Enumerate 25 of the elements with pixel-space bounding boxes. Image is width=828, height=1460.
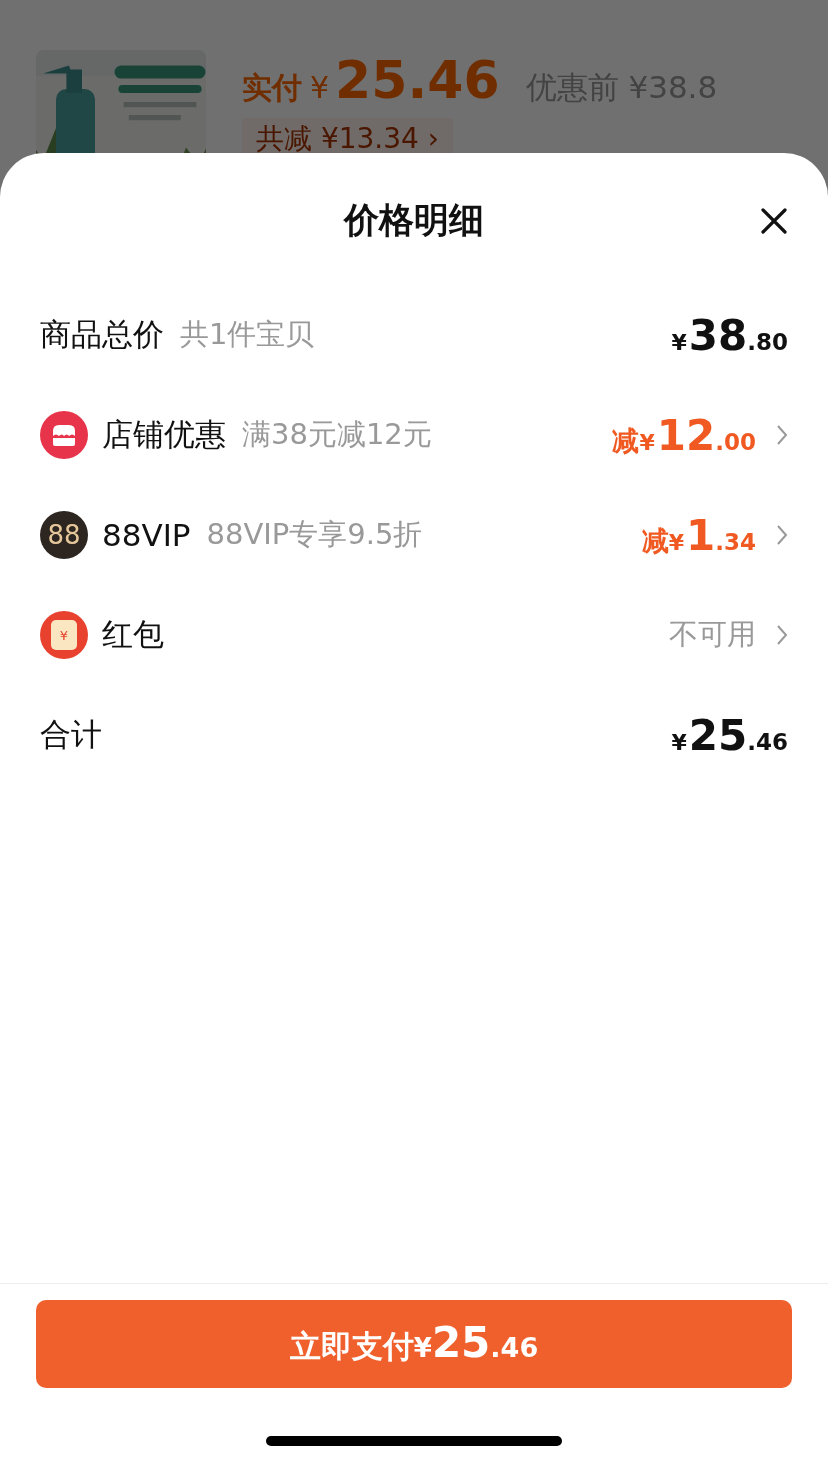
row-label: 商品总价 — [40, 315, 164, 354]
paid-amount: 25.46 — [335, 50, 500, 110]
row-note: 共1件宝贝 — [180, 316, 315, 353]
row-label: 88VIP — [102, 517, 191, 553]
row-label: 店铺优惠 — [102, 415, 226, 454]
currency-sign: ¥ — [310, 70, 330, 105]
chevron-right-icon[interactable] — [776, 424, 788, 446]
price-amount: ¥25.46 — [671, 710, 788, 760]
chevron-right-icon[interactable] — [776, 624, 788, 646]
paid-label: 实付 — [242, 69, 302, 107]
close-icon[interactable] — [760, 207, 788, 235]
shop-icon — [40, 411, 88, 459]
status-text: 不可用 — [669, 616, 756, 653]
row-note: 88VIP专享9.5折 — [206, 516, 423, 553]
price-amount: ¥38.80 — [671, 310, 788, 360]
row-note: 满38元减12元 — [242, 416, 432, 453]
price-amount: 减¥12.00 — [612, 410, 756, 460]
sheet-title: 价格明细 — [344, 198, 484, 242]
chevron-right-icon[interactable] — [776, 524, 788, 546]
price-amount: 减¥1.34 — [641, 510, 756, 560]
vip-badge-icon: 88 — [40, 511, 88, 559]
envelope-icon: ¥ — [40, 611, 88, 659]
row-label: 红包 — [102, 615, 164, 654]
row-label: 合计 — [40, 715, 102, 754]
pay-now-button[interactable]: 立即支付¥25.46 — [36, 1300, 792, 1388]
